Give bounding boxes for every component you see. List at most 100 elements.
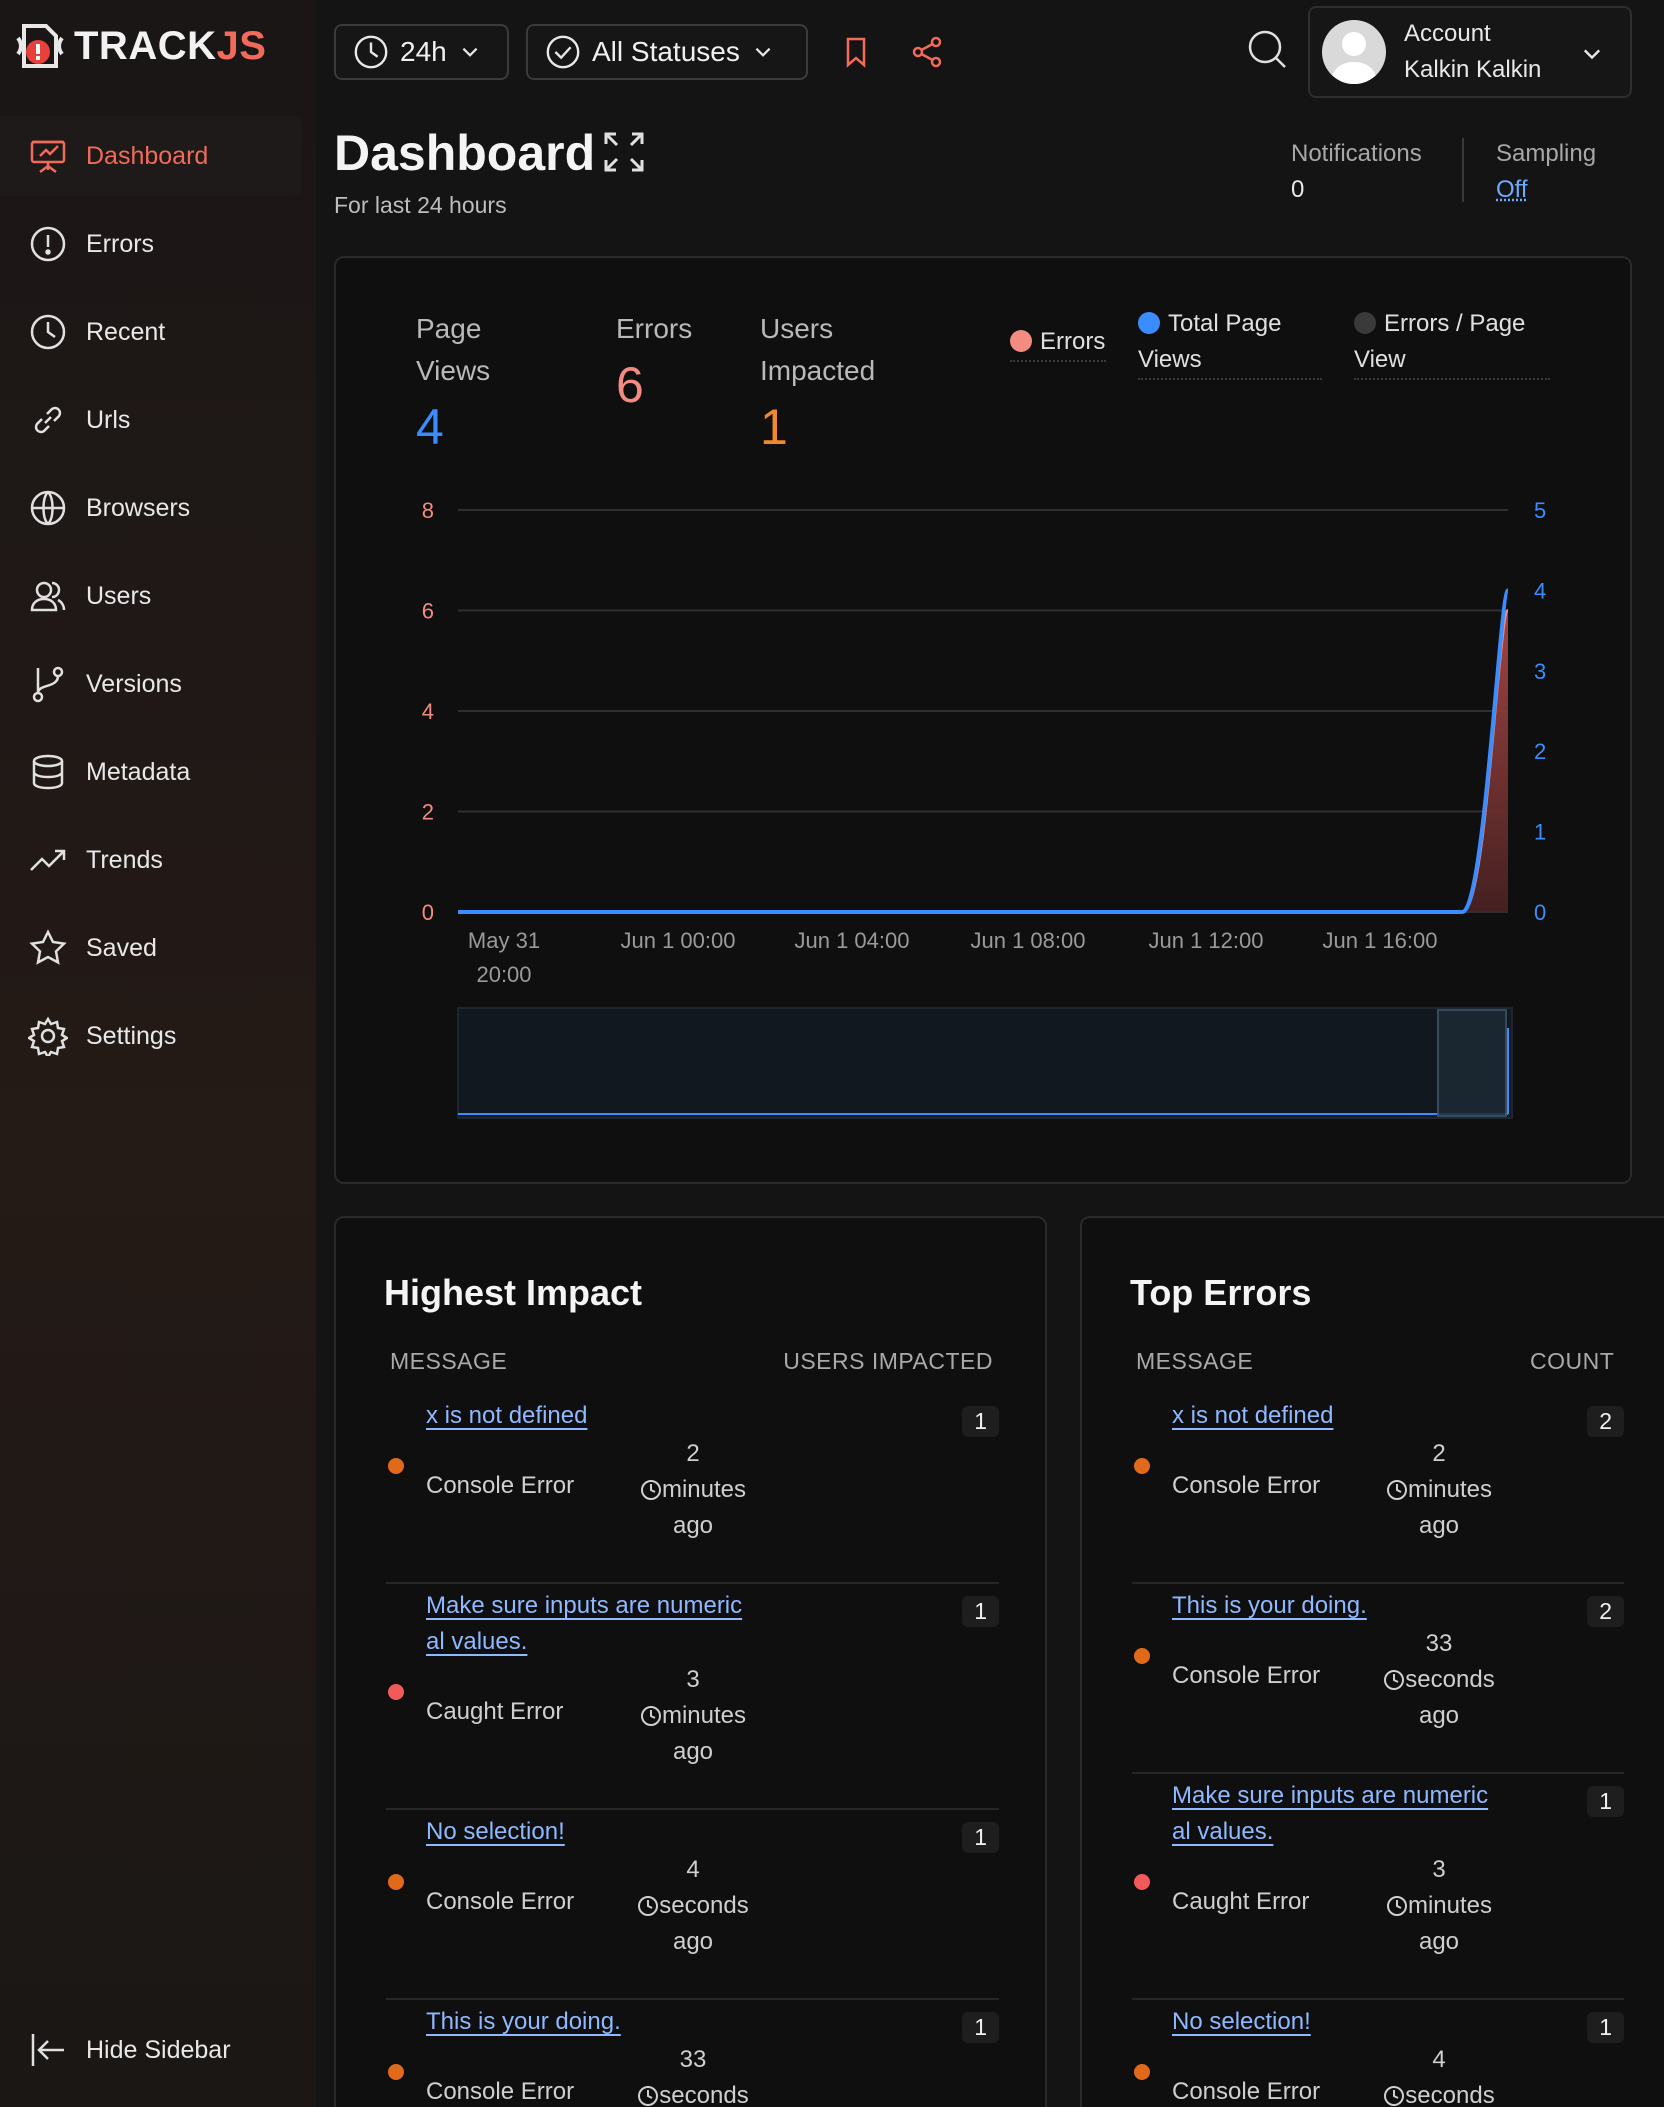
panel-title: Top Errors [1130,1272,1312,1313]
x-tick-label: 20:00 [476,962,531,987]
clock-icon [1384,2086,1405,2106]
y-left-tick-label: 6 [422,599,434,624]
list-item[interactable]: Make sure inputs are numeric al values. Ca… [386,1588,999,1814]
trend-chart[interactable]: 0 2 4 6 8 0 1 2 3 4 5 May 31 20:00 Jun 1 00:00 Jun 1 0… [336,258,1634,1186]
gear-icon [28,1016,68,1056]
error-message-link[interactable]: This is your doing. [426,2004,621,2040]
error-message-link[interactable]: Make sure inputs are numeric al values. [1172,1778,1488,1850]
time-range-dropdown[interactable]: 24h [334,24,509,80]
clock-icon [638,2086,659,2106]
error-time: 33secondsago [618,2042,768,2107]
sidebar-item-settings[interactable]: Settings [0,996,302,1076]
severity-dot [1134,2064,1150,2080]
error-time: 3 minutes ago [618,1662,768,1770]
count-badge: 1 [1587,2012,1624,2043]
error-time: 4secondsago [618,1852,768,1960]
row-divider [386,1582,999,1584]
error-type: Caught Error [1172,1888,1310,1915]
highest-impact-panel: Highest Impact MESSAGE USERS IMPACTED x … [334,1216,1047,2107]
clock-icon [638,1896,659,1916]
clock-icon [1386,1896,1407,1916]
severity-dot [388,2064,404,2080]
account-menu[interactable]: Account Kalkin Kalkin [1308,6,1632,98]
hide-sidebar-button[interactable]: Hide Sidebar [28,2030,231,2070]
search-icon[interactable] [1246,28,1288,70]
error-type: Console Error [1172,2078,1321,2105]
users-icon [30,581,66,612]
list-item[interactable]: No selection! Console Error 4secondsago 1 [1132,2004,1624,2107]
y-right-tick-label: 0 [1534,900,1546,925]
sampling-stat: Sampling Off [1496,136,1596,208]
notifications-value: 0 [1291,176,1305,203]
x-tick-label: Jun 1 00:00 [621,928,736,953]
sidebar-item-label: Metadata [86,757,191,786]
chevron-down-icon [755,47,771,57]
sidebar-item-browsers[interactable]: Browsers [0,468,302,548]
error-message-link[interactable]: x is not defined [1172,1398,1333,1434]
sidebar-item-dashboard[interactable]: Dashboard [0,116,302,196]
list-item[interactable]: No selection! Console Error 4secondsago 1 [386,1814,999,2004]
error-type: Console Error [426,2078,575,2105]
sidebar: TRACKJS Dashboard Errors Recent Urls Bro… [0,0,316,2107]
sidebar-item-saved[interactable]: Saved [0,908,302,988]
error-message-link[interactable]: No selection! [1172,2004,1311,2040]
logo[interactable]: TRACKJS [14,20,266,72]
sidebar-item-metadata[interactable]: Metadata [0,732,302,812]
clock-icon [1384,1670,1405,1690]
x-tick-label: Jun 1 08:00 [971,928,1086,953]
error-type: Caught Error [426,1698,564,1725]
star-icon [29,929,67,965]
severity-dot [1134,1874,1150,1890]
clock-icon [30,314,66,350]
sidebar-item-versions[interactable]: Versions [0,644,302,724]
count-badge: 1 [962,1406,999,1437]
panel-title: Highest Impact [384,1272,643,1313]
list-item[interactable]: This is your doing. Console Error 33 second… [1132,1588,1624,1778]
column-header-users-impacted: USERS IMPACTED [783,1348,993,1374]
bookmark-icon[interactable] [838,34,874,70]
error-message-link[interactable]: No selection! [426,1814,565,1850]
status-filter-dropdown[interactable]: All Statuses [526,24,808,80]
error-time: 33secondsago [1364,1626,1514,1734]
row-divider [1132,1582,1624,1584]
sidebar-item-errors[interactable]: Errors [0,204,302,284]
list-item[interactable]: x is not defined Console Error 2 minutes ago… [1132,1398,1624,1588]
sidebar-item-urls[interactable]: Urls [0,380,302,460]
sidebar-item-users[interactable]: Users [0,556,302,636]
fullscreen-icon[interactable] [602,130,646,174]
row-divider [386,1808,999,1810]
y-right-tick-label: 2 [1534,739,1546,764]
sidebar-item-label: Browsers [86,493,191,522]
list-item[interactable]: x is not defined Console Error 2 minutes ago… [386,1398,999,1588]
error-message-link[interactable]: x is not defined [426,1398,587,1434]
notifications-label: Notifications [1291,140,1422,167]
count-badge: 2 [1587,1596,1624,1627]
clock-icon [640,1706,661,1726]
share-icon[interactable] [910,34,946,70]
error-type: Console Error [1172,1662,1321,1689]
page-title: Dashboard [334,125,596,181]
list-item[interactable]: This is your doing. Console Error 33 second… [386,2004,999,2107]
sidebar-item-label: Settings [86,1021,177,1050]
logo-text: TRACKJS [74,23,267,68]
sidebar-item-recent[interactable]: Recent [0,292,302,372]
column-header-count: COUNT [1530,1348,1615,1374]
error-time: 3 minutes ago [1364,1852,1514,1960]
y-left-tick-label: 4 [422,699,434,724]
status-filter-value: All Statuses [592,36,740,67]
sidebar-item-label: Saved [86,933,157,962]
top-errors-panel: Top Errors MESSAGE COUNT x is not define… [1080,1216,1664,2107]
globe-icon [30,490,66,526]
database-icon [32,754,64,790]
account-name: Kalkin Kalkin [1404,56,1542,83]
collapse-left-icon [31,2034,64,2066]
list-item[interactable]: Make sure inputs are numeric al values. Ca… [1132,1778,1624,2004]
chevron-down-icon [1583,49,1601,60]
overview-chart-card: Page Views 4 Errors 6 Users Impacted 1 Err… [334,256,1632,1184]
count-badge: 1 [962,1596,999,1627]
error-message-link[interactable]: Make sure inputs are numeric al values. [426,1588,742,1660]
error-message-link[interactable]: This is your doing. [1172,1588,1367,1624]
sidebar-item-trends[interactable]: Trends [0,820,302,900]
dashboard-icon [30,140,66,173]
sampling-link[interactable]: Off [1496,172,1596,208]
